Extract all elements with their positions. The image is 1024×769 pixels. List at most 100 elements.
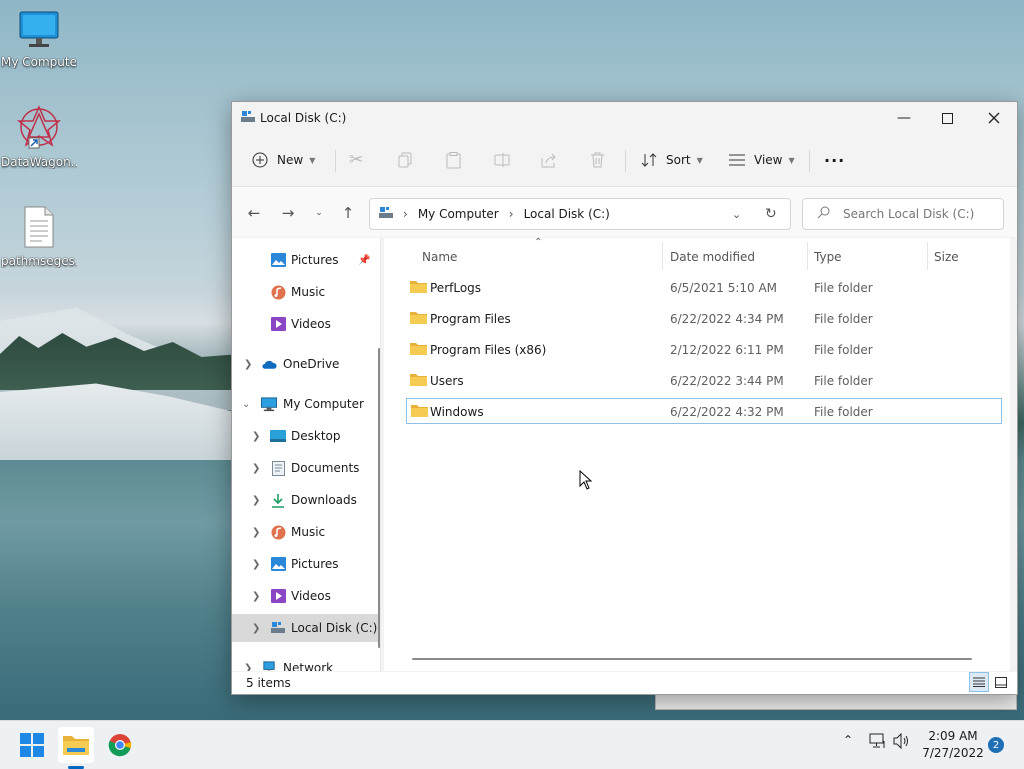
- copy-icon: [398, 152, 412, 168]
- file-date: 2/12/2022 6:11 PM: [670, 343, 784, 357]
- desktop-icon-pathmseges[interactable]: pathmseges...: [1, 205, 77, 268]
- nav-item-local-disk[interactable]: ❯ Local Disk (C:): [232, 614, 380, 642]
- up-button[interactable]: ↑: [334, 199, 362, 227]
- table-row[interactable]: PerfLogs 6/5/2021 5:10 AM File folder: [406, 275, 1002, 301]
- nav-item-network[interactable]: ❯ Network: [232, 654, 380, 671]
- nav-item-music-quick[interactable]: Music: [232, 278, 380, 306]
- chevron-right-icon[interactable]: ❯: [244, 663, 252, 672]
- breadcrumb-separator-icon: ›: [508, 207, 514, 221]
- nav-scrollbar[interactable]: [378, 348, 380, 648]
- table-row[interactable]: Windows 6/22/2022 4:32 PM File folder: [406, 398, 1002, 424]
- show-hidden-icons-chevron-icon[interactable]: ⌃: [843, 733, 853, 747]
- new-button[interactable]: New ▼: [252, 146, 315, 174]
- column-divider[interactable]: [927, 242, 928, 270]
- nav-label: Desktop: [291, 429, 341, 443]
- title-bar[interactable]: Local Disk (C:) —: [232, 102, 1017, 134]
- breadcrumb-local-disk[interactable]: Local Disk (C:): [524, 207, 610, 221]
- nav-item-desktop[interactable]: ❯ Desktop: [232, 422, 380, 450]
- nav-item-pictures-quick[interactable]: Pictures 📌: [232, 246, 380, 274]
- nav-label: Downloads: [291, 493, 357, 507]
- delete-button[interactable]: [590, 146, 605, 174]
- column-header-type[interactable]: Type: [814, 246, 842, 268]
- table-row[interactable]: Users 6/22/2022 3:44 PM File folder: [406, 368, 1002, 394]
- chevron-down-icon[interactable]: ⌄: [242, 399, 250, 410]
- chevron-right-icon[interactable]: ❯: [252, 463, 260, 474]
- recent-locations-button[interactable]: ⌄: [304, 199, 334, 227]
- column-divider[interactable]: [807, 242, 808, 270]
- rename-button[interactable]: [494, 146, 510, 174]
- column-label: Date modified: [670, 250, 756, 264]
- details-view-button[interactable]: [969, 672, 989, 692]
- nav-item-documents[interactable]: ❯ Documents: [232, 454, 380, 482]
- nav-item-videos-quick[interactable]: Videos: [232, 310, 380, 338]
- file-type: File folder: [814, 405, 873, 419]
- nav-item-downloads[interactable]: ❯ Downloads: [232, 486, 380, 514]
- system-clock[interactable]: 2:09 AM 7/27/2022: [918, 728, 988, 762]
- nav-label: Videos: [291, 317, 331, 331]
- desktop-icon-my-computer[interactable]: My Computer: [1, 10, 77, 69]
- chevron-right-icon[interactable]: ❯: [252, 623, 260, 634]
- search-placeholder: Search Local Disk (C:): [843, 207, 975, 221]
- videos-icon: [270, 316, 286, 332]
- tiles-view-button[interactable]: [991, 672, 1011, 692]
- list-view-icon: [729, 154, 745, 166]
- nav-item-onedrive[interactable]: ❯ OneDrive: [232, 350, 380, 378]
- share-button[interactable]: [541, 146, 557, 174]
- search-box[interactable]: Search Local Disk (C:): [802, 198, 1004, 230]
- chevron-right-icon[interactable]: ❯: [252, 527, 260, 538]
- nav-item-music[interactable]: ❯ Music: [232, 518, 380, 546]
- taskbar-file-explorer[interactable]: [58, 727, 94, 769]
- address-dropdown-icon[interactable]: ⌄: [732, 208, 741, 221]
- back-button[interactable]: ←: [240, 199, 268, 227]
- breadcrumb-my-computer[interactable]: My Computer: [418, 207, 499, 221]
- file-date: 6/22/2022 3:44 PM: [670, 374, 784, 388]
- more-options-button[interactable]: ···: [824, 146, 845, 174]
- network-status-icon[interactable]: [869, 733, 887, 753]
- chevron-down-icon: ▼: [309, 155, 316, 165]
- start-button[interactable]: [14, 727, 50, 763]
- refresh-icon[interactable]: ↻: [765, 206, 777, 222]
- folder-icon: [410, 281, 427, 293]
- forward-button[interactable]: →: [274, 199, 302, 227]
- nav-item-my-computer[interactable]: ⌄ My Computer: [232, 390, 380, 418]
- network-icon: [261, 660, 277, 671]
- file-name: PerfLogs: [430, 281, 482, 295]
- maximize-button[interactable]: [924, 102, 970, 134]
- chevron-right-icon[interactable]: ❯: [252, 431, 260, 442]
- file-date: 6/22/2022 4:34 PM: [670, 312, 784, 326]
- folder-icon: [410, 374, 427, 386]
- taskbar-chrome[interactable]: [102, 727, 138, 763]
- nav-item-pictures[interactable]: ❯ Pictures: [232, 550, 380, 578]
- column-header-size[interactable]: Size: [934, 246, 959, 268]
- folder-icon: [411, 405, 428, 417]
- column-header-date[interactable]: Date modified: [670, 246, 755, 268]
- nav-label: Local Disk (C:): [291, 621, 378, 635]
- paste-button[interactable]: [446, 146, 461, 174]
- copy-button[interactable]: [398, 146, 413, 174]
- column-header-name[interactable]: Name: [422, 246, 457, 268]
- table-row[interactable]: Program Files (x86) 2/12/2022 6:11 PM Fi…: [406, 337, 1002, 363]
- minimize-button[interactable]: —: [881, 102, 927, 134]
- notification-badge[interactable]: 2: [988, 737, 1004, 753]
- minimize-icon: —: [897, 110, 911, 126]
- drive-icon: [241, 111, 255, 126]
- cut-button[interactable]: ✂: [349, 146, 363, 174]
- column-divider[interactable]: [662, 242, 663, 270]
- chevron-right-icon[interactable]: ❯: [244, 359, 252, 370]
- chevron-right-icon[interactable]: ❯: [252, 495, 260, 506]
- datawagon-app-icon: [1, 104, 77, 153]
- chevron-right-icon[interactable]: ❯: [252, 559, 260, 570]
- volume-icon[interactable]: [893, 732, 911, 753]
- table-row[interactable]: Program Files 6/22/2022 4:34 PM File fol…: [406, 306, 1002, 332]
- chevron-right-icon[interactable]: ❯: [252, 591, 260, 602]
- close-button[interactable]: [971, 102, 1017, 134]
- sort-button[interactable]: Sort ▼: [641, 146, 703, 174]
- pin-icon[interactable]: 📌: [358, 255, 370, 266]
- desktop-icon-datawagon[interactable]: DataWagon...: [1, 104, 77, 169]
- mouse-cursor-icon: [579, 470, 593, 490]
- nav-item-videos[interactable]: ❯ Videos: [232, 582, 380, 610]
- horizontal-scrollbar[interactable]: [412, 658, 972, 660]
- column-label: Name: [422, 250, 458, 264]
- address-bar[interactable]: › My Computer › Local Disk (C:) ⌄ ↻: [369, 198, 791, 230]
- view-button[interactable]: View ▼: [729, 146, 795, 174]
